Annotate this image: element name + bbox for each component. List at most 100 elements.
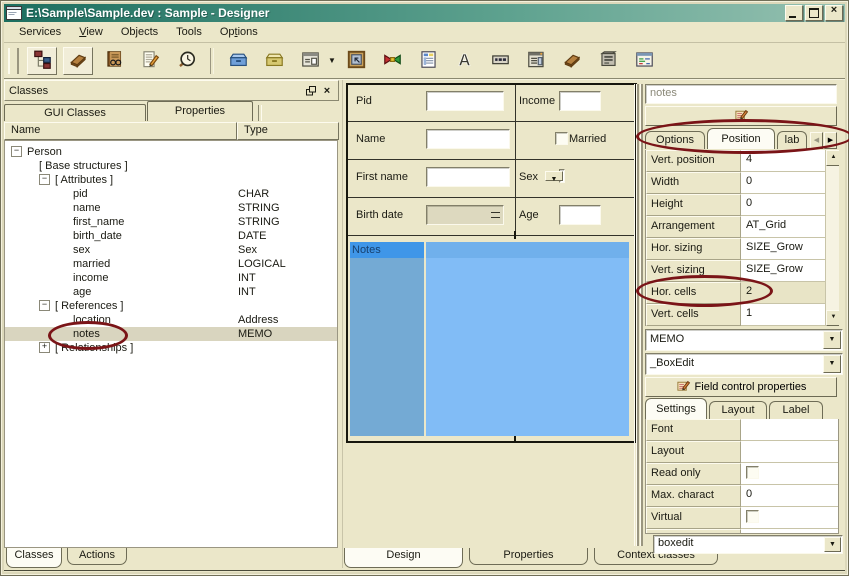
- property-row-read-only[interactable]: Read only: [646, 463, 838, 485]
- property-value[interactable]: AT_Grid: [741, 216, 826, 238]
- edit-field-button[interactable]: [645, 106, 837, 126]
- property-row-order-column[interactable]: Order column-1: [646, 529, 838, 534]
- tab-position[interactable]: Position: [707, 128, 775, 149]
- birth-date-input-widget[interactable]: [426, 205, 504, 225]
- tree-row-sex[interactable]: sexSex: [5, 243, 337, 257]
- property-value[interactable]: 0: [741, 172, 826, 194]
- tab-properties[interactable]: Properties: [469, 548, 588, 565]
- name-input-widget[interactable]: [426, 129, 510, 149]
- property-row-width[interactable]: Width0: [646, 172, 826, 194]
- minimize-button[interactable]: [785, 5, 803, 21]
- property-checkbox[interactable]: [746, 510, 759, 523]
- book-button[interactable]: [99, 47, 129, 75]
- tab-scroll-left-button[interactable]: ◀: [810, 132, 823, 149]
- property-value[interactable]: [741, 463, 838, 485]
- dropdown-arrow-icon[interactable]: ▼: [545, 171, 563, 181]
- menu-item-tools[interactable]: Tools: [167, 24, 211, 40]
- property-checkbox[interactable]: [746, 466, 759, 479]
- tree-row-name[interactable]: nameSTRING: [5, 201, 337, 215]
- tree-row-income[interactable]: incomeINT: [5, 271, 337, 285]
- notes-memo-widget[interactable]: [426, 242, 629, 436]
- control-class-combo[interactable]: _BoxEdit ▼: [645, 353, 843, 375]
- property-row-vert-sizing[interactable]: Vert. sizingSIZE_Grow: [646, 260, 826, 282]
- field-control-properties-button[interactable]: Field control properties: [645, 377, 837, 397]
- control-name-combo[interactable]: boxedit ▼: [653, 535, 843, 554]
- tab-label[interactable]: Label: [769, 401, 823, 419]
- property-value[interactable]: 4: [741, 150, 826, 172]
- tree-row-attributes[interactable]: −[ Attributes ]: [5, 173, 337, 187]
- tab-options[interactable]: Options: [645, 131, 705, 149]
- eraser-button[interactable]: [558, 47, 588, 75]
- married-checkbox-widget[interactable]: [555, 132, 568, 145]
- clock-button[interactable]: [171, 47, 201, 75]
- property-row-height[interactable]: Height0: [646, 194, 826, 216]
- property-grid-scrollbar[interactable]: ▲ ▼: [825, 150, 839, 326]
- push-button-button[interactable]: [486, 47, 516, 75]
- column-header-name[interactable]: Name: [4, 122, 237, 140]
- window-list-button[interactable]: [522, 47, 552, 75]
- field-type-combo[interactable]: MEMO ▼: [645, 329, 843, 351]
- code-window-button[interactable]: [630, 47, 660, 75]
- panel-grip[interactable]: [634, 84, 645, 546]
- tab-settings[interactable]: Settings: [645, 398, 707, 419]
- tree-row-person[interactable]: −Person: [5, 145, 337, 159]
- tree-row-notes[interactable]: notesMEMO: [5, 327, 337, 341]
- dropdown-arrow-icon[interactable]: ▼: [824, 537, 841, 552]
- tree-row-married[interactable]: marriedLOGICAL: [5, 257, 337, 271]
- dropdown-arrow-icon[interactable]: ▼: [328, 56, 336, 65]
- property-value[interactable]: -1: [741, 529, 838, 534]
- notes-label-cell[interactable]: Notes: [350, 242, 424, 436]
- column-header-type[interactable]: Type: [237, 122, 339, 140]
- property-row-layout[interactable]: Layout: [646, 441, 838, 463]
- tab-actions[interactable]: Actions: [67, 548, 127, 565]
- property-value[interactable]: [741, 507, 838, 529]
- property-row-max-charact[interactable]: Max. charact0: [646, 485, 838, 507]
- first-name-input-widget[interactable]: [426, 167, 510, 187]
- property-row-font[interactable]: Font: [646, 419, 838, 441]
- tree-expander[interactable]: −: [39, 300, 50, 311]
- tray-blue-button[interactable]: [223, 47, 253, 75]
- tree-row-location[interactable]: locationAddress: [5, 313, 337, 327]
- device-button[interactable]: [594, 47, 624, 75]
- tree-expander[interactable]: +: [39, 342, 50, 353]
- maximize-button[interactable]: [805, 5, 823, 21]
- property-value[interactable]: SIZE_Grow: [741, 238, 826, 260]
- tray-yellow-button[interactable]: [259, 47, 289, 75]
- tab-gui-classes[interactable]: GUI Classes: [4, 104, 146, 121]
- pid-input-widget[interactable]: [426, 91, 504, 111]
- property-row-vert-cells[interactable]: Vert. cells1: [646, 304, 826, 326]
- tree-row-age[interactable]: ageINT: [5, 285, 337, 299]
- tree-row-first-name[interactable]: first_nameSTRING: [5, 215, 337, 229]
- ribbon-button[interactable]: [378, 47, 408, 75]
- tab-lab[interactable]: lab: [777, 131, 807, 149]
- menu-item-objects[interactable]: Objects: [112, 24, 167, 40]
- property-value[interactable]: 0: [741, 194, 826, 216]
- scroll-up-icon[interactable]: ▲: [826, 150, 839, 166]
- hierarchy-button[interactable]: [27, 47, 57, 75]
- property-value[interactable]: 2: [741, 282, 826, 304]
- close-button[interactable]: ×: [825, 5, 843, 21]
- property-row-hor-sizing[interactable]: Hor. sizingSIZE_Grow: [646, 238, 826, 260]
- form-designer-canvas[interactable]: Pid Income Name Married First name Sex ▼…: [346, 83, 637, 443]
- tree-row-base-structures[interactable]: [ Base structures ]: [5, 159, 337, 173]
- tree-row-references[interactable]: −[ References ]: [5, 299, 337, 313]
- menu-item-view[interactable]: View: [70, 24, 112, 40]
- scroll-down-icon[interactable]: ▼: [826, 310, 839, 326]
- edit-document-button[interactable]: [135, 47, 165, 75]
- tab-properties[interactable]: Properties: [147, 101, 253, 121]
- tree-row-relationships[interactable]: +[ Relationships ]: [5, 341, 337, 355]
- font-button[interactable]: A: [450, 47, 480, 75]
- menu-item-options[interactable]: Options: [211, 24, 267, 40]
- age-input-widget[interactable]: [559, 205, 601, 225]
- property-value[interactable]: [741, 441, 838, 463]
- picture-frame-button[interactable]: [342, 47, 372, 75]
- tree-expander[interactable]: −: [39, 174, 50, 185]
- dropdown-arrow-icon[interactable]: ▼: [823, 331, 841, 349]
- toolbar-grip[interactable]: [8, 48, 19, 74]
- tree-row-birth-date[interactable]: birth_dateDATE: [5, 229, 337, 243]
- property-row-arrangement[interactable]: ArrangementAT_Grid: [646, 216, 826, 238]
- property-row-hor-cells[interactable]: Hor. cells2: [646, 282, 826, 304]
- property-value[interactable]: SIZE_Grow: [741, 260, 826, 282]
- income-input-widget[interactable]: [559, 91, 601, 111]
- menu-item-services[interactable]: Services: [10, 24, 70, 40]
